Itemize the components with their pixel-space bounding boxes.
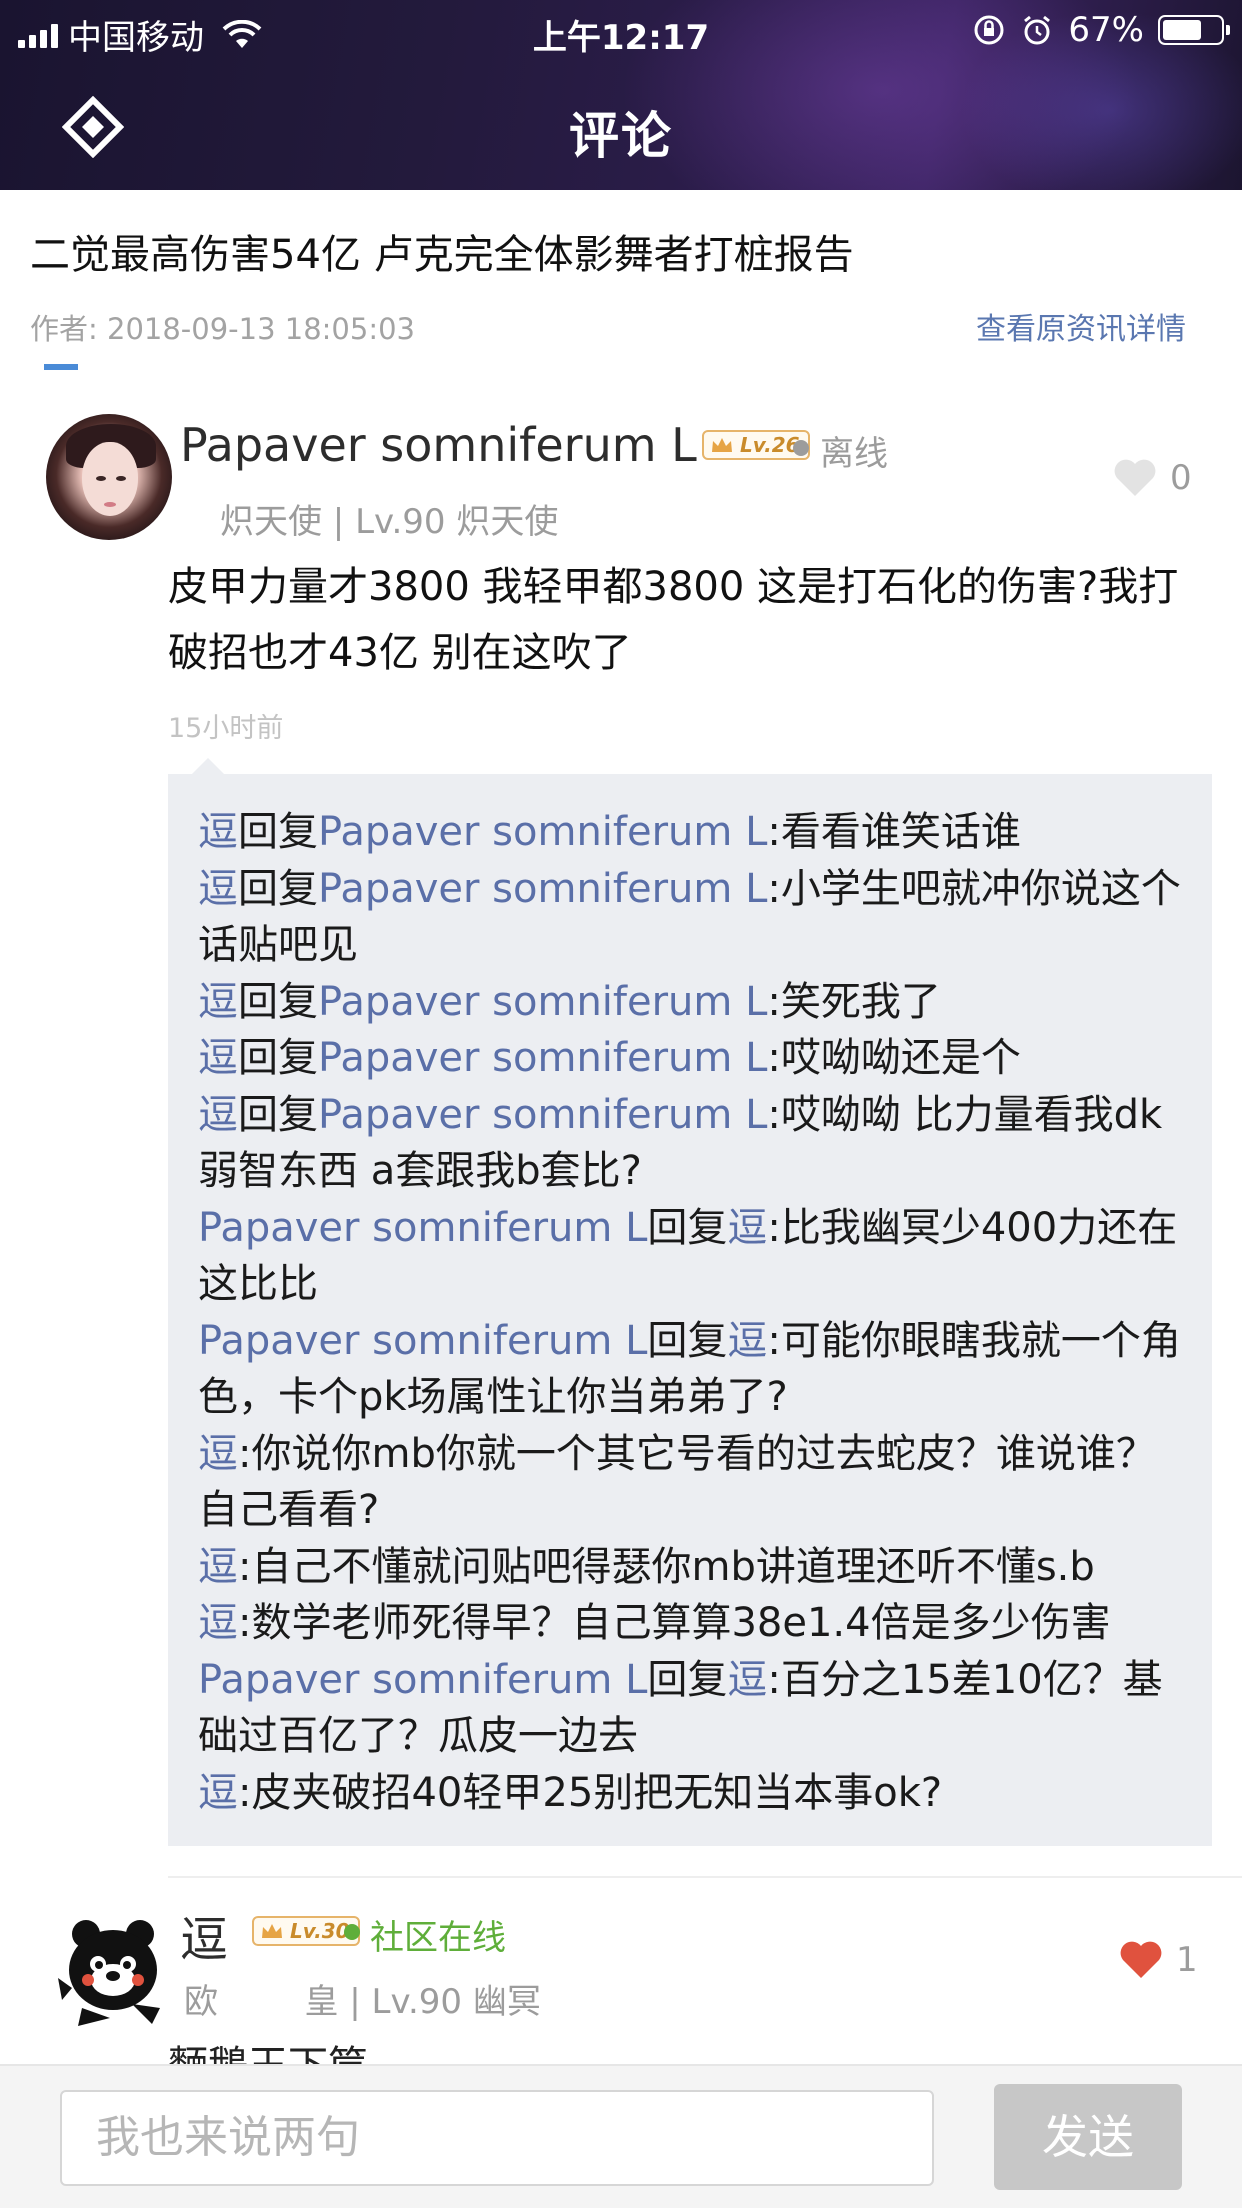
reply-item[interactable]: 逗回复Papaver somniferum L:看看谁笑话谁 (198, 804, 1188, 861)
reply-item[interactable]: 逗回复Papaver somniferum L:哎呦呦 比力量看我dk弱智东西 … (198, 1087, 1188, 1200)
reply-from[interactable]: 逗 (198, 1544, 238, 1590)
reply-verb: 回复 (238, 809, 318, 855)
reply-item[interactable]: 逗:自己不懂就问贴吧得瑟你mb讲道理还听不懂s.b (198, 1539, 1188, 1596)
user-meta: 欧 皇 | Lv.90 幽冥 (184, 1982, 541, 2022)
reply-text: :看看谁笑话谁 (767, 809, 1021, 855)
heart-icon[interactable] (1112, 456, 1158, 498)
reply-verb: 回复 (647, 1204, 728, 1251)
comment-username[interactable]: 逗 (180, 1900, 228, 1970)
comment-text-content: 麵鵝王下筐 (168, 2043, 368, 2066)
battery-icon (1158, 15, 1230, 45)
reply-text: :数学老师死得早？自己算算38e1.4倍是多少伤害 (238, 1600, 1111, 1646)
crown-icon (262, 1924, 282, 1938)
reply-to[interactable]: 逗 (727, 1318, 767, 1364)
reply-item[interactable]: 逗:你说你mb你就一个其它号看的过去蛇皮？谁说谁？自己看看? (198, 1426, 1188, 1539)
reply-from[interactable]: 逗 (198, 1600, 238, 1646)
crown-icon (712, 438, 732, 452)
reply-text: :哎呦呦还是个 (767, 1035, 1021, 1081)
level-badge-text: Lv.30 (290, 1919, 350, 1943)
article-author: 作者: 2018-09-13 18:05:03 (30, 312, 415, 346)
reply-from[interactable]: Papaver somniferum L (198, 1657, 647, 1703)
top-bar: 中国移动 上午12:17 67% 评论 (0, 0, 1242, 190)
status-text: 社区在线 (370, 1918, 506, 1958)
reply-from[interactable]: 逗 (198, 1092, 238, 1138)
comment-compose-bar: 我也来说两句 发送 (0, 2064, 1242, 2208)
reply-item[interactable]: 逗回复Papaver somniferum L:笑死我了 (198, 974, 1188, 1031)
reply-from[interactable]: 逗 (198, 866, 238, 912)
level-badge-text: Lv.26 (740, 433, 800, 457)
avatar[interactable] (52, 1908, 174, 2030)
reply-item[interactable]: 逗回复Papaver somniferum L:小学生吧就冲你说这个话贴吧见 (198, 861, 1188, 974)
status-bar: 中国移动 上午12:17 67% (0, 0, 1242, 62)
like-count: 0 (1170, 458, 1192, 498)
reply-verb: 回复 (647, 1317, 728, 1364)
article-title: 二觉最高伤害54亿 卢克完全体影舞者打桩报告 (30, 232, 854, 278)
page-title: 评论 (569, 107, 673, 165)
reply-verb: 回复 (238, 1035, 318, 1081)
reply-from[interactable]: 逗 (198, 979, 238, 1025)
reply-text: :自己不懂就问贴吧得瑟你mb讲道理还听不懂s.b (238, 1543, 1095, 1590)
reply-to[interactable]: 逗 (727, 1205, 767, 1251)
reply-verb: 回复 (238, 865, 318, 912)
comment-time: 15小时前 (168, 713, 284, 744)
reply-from[interactable]: 逗 (198, 1431, 238, 1477)
status-dot (344, 1924, 360, 1940)
reply-from[interactable]: 逗 (198, 1035, 238, 1081)
reply-to[interactable]: 逗 (727, 1657, 767, 1703)
reply-verb: 回复 (238, 1091, 318, 1138)
status-text: 离线 (820, 434, 888, 474)
reply-verb: 回复 (647, 1656, 728, 1703)
battery-percent: 67% (1068, 10, 1144, 50)
user-meta: 炽天使 | Lv.90 炽天使 (220, 502, 559, 542)
reply-item[interactable]: Papaver somniferum L回复逗:可能你眼瞎我就一个角色，卡个pk… (198, 1313, 1188, 1426)
comment-username[interactable]: Papaver somniferum L (180, 418, 697, 472)
reply-thread: 逗回复Papaver somniferum L:看看谁笑话谁 逗回复Papave… (168, 758, 1212, 1846)
status-dot (793, 440, 809, 456)
comment-text: 麵鵝王下筐 (168, 2036, 368, 2066)
comment-input[interactable]: 我也来说两句 (60, 2090, 934, 2186)
reply-verb: 回复 (238, 978, 318, 1025)
reply-item[interactable]: Papaver somniferum L回复逗:比我幽冥少400力还在这比比 (198, 1200, 1188, 1313)
comment-divider (168, 1876, 1242, 1878)
reply-to[interactable]: Papaver somniferum L (318, 979, 767, 1025)
reply-from[interactable]: 逗 (198, 1770, 238, 1816)
reply-from[interactable]: 逗 (198, 809, 238, 855)
reply-to[interactable]: Papaver somniferum L (318, 809, 767, 855)
reply-from[interactable]: Papaver somniferum L (198, 1318, 647, 1364)
view-source-link[interactable]: 查看原资讯详情 (976, 304, 1186, 348)
like-count: 1 (1176, 1940, 1198, 1980)
reply-from[interactable]: Papaver somniferum L (198, 1205, 647, 1251)
avatar[interactable] (46, 414, 172, 540)
reply-text: :皮夹破招40轻甲25别把无知当本事ok? (238, 1769, 943, 1816)
heart-icon[interactable] (1118, 1938, 1164, 1980)
section-marker (44, 352, 78, 374)
reply-to[interactable]: Papaver somniferum L (318, 1092, 767, 1138)
reply-to[interactable]: Papaver somniferum L (318, 1035, 767, 1081)
reply-item[interactable]: 逗:数学老师死得早？自己算算38e1.4倍是多少伤害 (198, 1595, 1188, 1652)
reply-text: :你说你mb你就一个其它号看的过去蛇皮？谁说谁？自己看看? (198, 1430, 1156, 1534)
alarm-icon (1024, 15, 1051, 45)
reply-item[interactable]: 逗回复Papaver somniferum L:哎呦呦还是个 (198, 1030, 1188, 1087)
reply-item[interactable]: 逗:皮夹破招40轻甲25别把无知当本事ok? (198, 1765, 1188, 1822)
send-button[interactable]: 发送 (994, 2084, 1182, 2190)
reply-text: :笑死我了 (767, 978, 941, 1025)
reply-to[interactable]: Papaver somniferum L (318, 866, 767, 912)
reply-item[interactable]: Papaver somniferum L回复逗:百分之15差10亿？基础过百亿了… (198, 1652, 1188, 1765)
rotation-lock-icon (974, 15, 1004, 45)
comments-page: 中国移动 上午12:17 67% 评论 二觉最高伤害54亿 卢克完全体影舞者打桩… (0, 0, 1242, 2208)
comment-text: 皮甲力量才3800 我轻甲都3800 这是打石化的伤害?我打破招也才43亿 别在… (168, 564, 1179, 676)
